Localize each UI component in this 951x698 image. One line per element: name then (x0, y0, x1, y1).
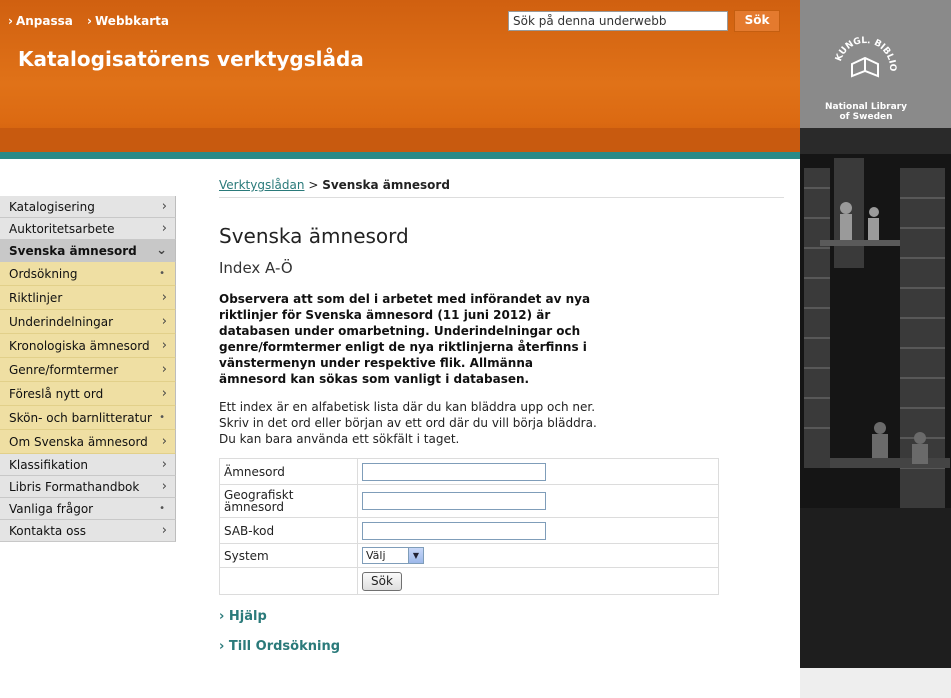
site-search-button[interactable]: Sök (734, 10, 780, 32)
library-photo (800, 128, 951, 698)
to-search-link[interactable]: › Till Ordsökning (219, 639, 340, 654)
nav-item-label: Riktlinjer (9, 291, 63, 305)
logo-line-2: of Sweden (839, 112, 893, 122)
system-select[interactable]: Välj ▼ (362, 547, 424, 564)
chevron-right-icon: › (8, 14, 13, 28)
teal-divider (0, 152, 800, 159)
field-label: Ämnesord (219, 458, 358, 485)
form-row: Ämnesord (219, 458, 719, 485)
nav-item-label: Svenska ämnesord (9, 244, 137, 258)
nav-item[interactable]: Libris Formathandbok › (0, 476, 176, 498)
nav-item-label: Föreslå nytt ord (9, 387, 104, 401)
breadcrumb-separator: > (308, 178, 319, 192)
submit-button[interactable]: Sök (362, 571, 402, 591)
nav-item-label: Ordsökning (9, 267, 78, 281)
chevron-right-icon: › (161, 386, 167, 401)
nav-item[interactable]: Kontakta oss › (0, 520, 176, 542)
breadcrumb-link[interactable]: Verktygslådan (219, 178, 304, 192)
logo-line-1: National Library (825, 102, 907, 112)
chevron-down-icon: ⌄ (156, 243, 167, 258)
field-label: SAB-kod (219, 517, 358, 544)
left-nav: Katalogisering › Auktoritetsarbete › Svenska… (0, 196, 176, 542)
site-title[interactable]: Katalogisatörens verktygslåda (18, 47, 364, 71)
chevron-right-icon: › (161, 362, 167, 377)
nav-item-label: Libris Formathandbok (9, 480, 140, 494)
nav-item[interactable]: Auktoritetsarbete › (0, 218, 176, 240)
help-link[interactable]: › Hjälp (219, 609, 267, 624)
form-row: System Välj ▼ (219, 543, 719, 568)
logo-caption: National Library of Sweden (800, 102, 932, 122)
nav-item[interactable]: Riktlinjer › (0, 286, 176, 310)
chevron-right-icon: › (161, 457, 167, 472)
form-row: Sök (219, 567, 719, 595)
nav-item-label: Vanliga frågor (9, 502, 94, 516)
bullet-icon: • (159, 503, 165, 514)
nav-item[interactable]: Föreslå nytt ord › (0, 382, 176, 406)
chevron-right-icon: › (161, 314, 167, 329)
nav-item[interactable]: Skön- och barnlitteratur • (0, 406, 176, 430)
nav-item[interactable]: Kronologiska ämnesord › (0, 334, 176, 358)
svg-text:KUNGL. BIBLIOTEKET: KUNGL. BIBLIOTEKET (830, 30, 897, 72)
library-photo-image (800, 128, 951, 698)
chevron-right-icon: › (161, 338, 167, 353)
notice-text: Observera att som del i arbetet med infö… (219, 292, 591, 386)
chevron-down-icon: ▼ (408, 548, 423, 563)
nav-item[interactable]: Svenska ämnesord ⌄ (0, 240, 176, 262)
form-row: SAB-kod (219, 517, 719, 544)
chevron-right-icon: › (161, 221, 167, 236)
nav-item[interactable]: Om Svenska ämnesord › (0, 430, 176, 454)
nav-item-label: Katalogisering (9, 200, 95, 214)
nav-item[interactable]: Ordsökning • (0, 262, 176, 286)
chevron-right-icon: › (219, 609, 225, 624)
system-select-value: Välj (366, 549, 386, 562)
header-band (0, 128, 800, 152)
nav-item-label: Klassifikation (9, 458, 89, 472)
nav-item[interactable]: Vanliga frågor • (0, 498, 176, 520)
link-webbkarta[interactable]: › Webbkarta (87, 14, 169, 28)
library-seal-icon: KUNGL. BIBLIOTEKET (830, 30, 897, 78)
geografiskt-amnesord-input[interactable] (362, 492, 546, 510)
chevron-right-icon: › (87, 14, 92, 28)
top-links: › Anpassa › Webbkarta (8, 14, 179, 28)
chevron-right-icon: › (161, 199, 167, 214)
amnesord-input[interactable] (362, 462, 546, 481)
breadcrumb-current: Svenska ämnesord (322, 178, 450, 192)
nav-item[interactable]: Genre/formtermer › (0, 358, 176, 382)
bullet-icon: • (159, 412, 165, 423)
field-label: System (219, 543, 358, 568)
search-form: Ämnesord Geografiskt ämnesord SAB-kod Sy… (219, 458, 719, 595)
field-label: Geografiskt ämnesord (219, 484, 358, 518)
nav-item-label: Om Svenska ämnesord (9, 435, 148, 449)
link-anpassa[interactable]: › Anpassa (8, 14, 73, 28)
nav-item[interactable]: Katalogisering › (0, 196, 176, 218)
nav-item-label: Skön- och barnlitteratur (9, 411, 152, 425)
breadcrumb: Verktygslådan > Svenska ämnesord (219, 178, 784, 198)
chevron-right-icon: › (161, 523, 167, 538)
form-row: Geografiskt ämnesord (219, 484, 719, 518)
sab-kod-input[interactable] (362, 521, 546, 540)
nav-item-label: Underindelningar (9, 315, 114, 329)
nav-item-label: Auktoritetsarbete (9, 222, 115, 236)
page-subtitle: Index A-Ö (219, 259, 293, 277)
chevron-right-icon: › (161, 434, 167, 449)
site-search-input[interactable] (508, 11, 728, 31)
nav-item-label: Kontakta oss (9, 524, 86, 538)
nav-item[interactable]: Klassifikation › (0, 454, 176, 476)
info-text: Ett index är en alfabetisk lista där du … (219, 400, 597, 446)
bullet-icon: • (159, 268, 165, 279)
seal-text: KUNGL. BIBLIOTEKET (830, 30, 897, 72)
chevron-right-icon: › (219, 639, 225, 654)
chevron-right-icon: › (161, 290, 167, 305)
nav-item-label: Kronologiska ämnesord (9, 339, 150, 353)
nav-item-label: Genre/formtermer (9, 363, 119, 377)
nav-item[interactable]: Underindelningar › (0, 310, 176, 334)
page-title: Svenska ämnesord (219, 224, 409, 248)
chevron-right-icon: › (161, 479, 167, 494)
